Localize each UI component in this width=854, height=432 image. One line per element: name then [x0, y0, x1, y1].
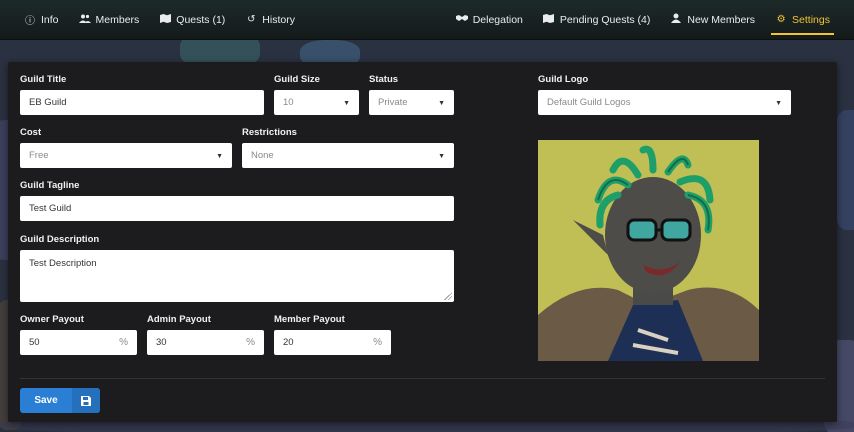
cost-select[interactable]: Free ▼ [20, 143, 232, 168]
tab-settings[interactable]: ⚙ Settings [765, 0, 840, 39]
tab-info-label: Info [41, 13, 59, 26]
guild-size-label: Guild Size [274, 74, 320, 85]
guild-logo-select[interactable]: Default Guild Logos ▼ [538, 90, 791, 115]
tab-new-members[interactable]: New Members [660, 0, 765, 39]
admin-payout-label: Admin Payout [147, 314, 211, 325]
tab-settings-label: Settings [792, 13, 830, 26]
guild-logo-portrait [538, 140, 759, 361]
restrictions-label: Restrictions [242, 127, 297, 138]
tab-quests-label: Quests (1) [176, 13, 226, 26]
member-payout-input[interactable]: 20 % [274, 330, 391, 355]
caret-down-icon: ▼ [343, 99, 350, 107]
guild-tagline-label: Guild Tagline [20, 180, 80, 191]
percent-icon: % [246, 337, 255, 348]
owner-payout-value: 50 [29, 337, 40, 348]
owner-payout-label: Owner Payout [20, 314, 84, 325]
caret-down-icon: ▼ [216, 152, 223, 160]
user-icon [670, 13, 682, 26]
cost-value: Free [29, 150, 49, 161]
gear-icon: ⚙ [776, 14, 786, 25]
handshake-icon [455, 14, 468, 25]
status-value: Private [378, 97, 408, 108]
tab-delegation-label: Delegation [472, 13, 523, 26]
guild-tagline-input[interactable]: Test Guild [20, 196, 454, 221]
tab-pending-quests[interactable]: Pending Quests (4) [533, 0, 660, 39]
restrictions-value: None [251, 150, 274, 161]
guild-title-value: EB Guild [29, 97, 67, 108]
nav-right-group: Delegation Pending Quests (4) New Member… [446, 0, 854, 39]
tab-quests[interactable]: Quests (1) [149, 0, 235, 39]
caret-down-icon: ▼ [438, 152, 445, 160]
restrictions-select[interactable]: None ▼ [242, 143, 454, 168]
member-payout-value: 20 [283, 337, 294, 348]
tab-members[interactable]: Members [69, 0, 150, 39]
tab-pending-quests-label: Pending Quests (4) [559, 13, 651, 26]
tab-history-label: History [262, 13, 295, 26]
guild-nav-bar: ⓘ Info Members Quests (1) ↺ History Dele… [0, 0, 854, 40]
save-button[interactable]: Save [20, 388, 100, 413]
history-icon: ↺ [247, 14, 256, 25]
guild-title-input[interactable]: EB Guild [20, 90, 264, 115]
map-icon [159, 13, 171, 26]
percent-icon: % [119, 337, 128, 348]
resize-handle-icon[interactable] [444, 292, 452, 300]
guild-title-label: Guild Title [20, 74, 67, 85]
form-divider [20, 378, 825, 379]
caret-down-icon: ▼ [438, 99, 445, 107]
status-label: Status [369, 74, 399, 85]
guild-description-label: Guild Description [20, 234, 100, 245]
caret-down-icon: ▼ [775, 99, 782, 107]
settings-panel: Guild Title EB Guild Guild Size 10 ▼ Sta… [8, 62, 837, 422]
guild-description-textarea[interactable]: Test Description [20, 250, 454, 302]
save-button-label: Save [34, 395, 58, 406]
tab-new-members-label: New Members [687, 13, 756, 26]
guild-description-value: Test Description [29, 258, 97, 269]
admin-payout-value: 30 [156, 337, 167, 348]
cost-label: Cost [20, 127, 42, 138]
status-select[interactable]: Private ▼ [369, 90, 454, 115]
map-icon [543, 13, 555, 26]
tab-history[interactable]: ↺ History [235, 0, 305, 39]
info-circle-icon: ⓘ [25, 16, 35, 27]
owner-payout-input[interactable]: 50 % [20, 330, 137, 355]
guild-size-select[interactable]: 10 ▼ [274, 90, 359, 115]
guild-tagline-value: Test Guild [29, 203, 72, 214]
floppy-disk-icon [72, 388, 100, 413]
guild-logo-value: Default Guild Logos [547, 97, 631, 108]
tab-members-label: Members [95, 13, 140, 26]
guild-size-value: 10 [283, 97, 294, 108]
guild-logo-image [538, 140, 759, 361]
member-payout-label: Member Payout [274, 314, 345, 325]
percent-icon: % [373, 337, 382, 348]
tab-delegation[interactable]: Delegation [446, 0, 533, 39]
admin-payout-input[interactable]: 30 % [147, 330, 264, 355]
nav-left-group: ⓘ Info Members Quests (1) ↺ History [0, 0, 305, 39]
tab-info[interactable]: ⓘ Info [14, 0, 69, 39]
users-icon [78, 14, 91, 26]
guild-logo-label: Guild Logo [538, 74, 589, 85]
